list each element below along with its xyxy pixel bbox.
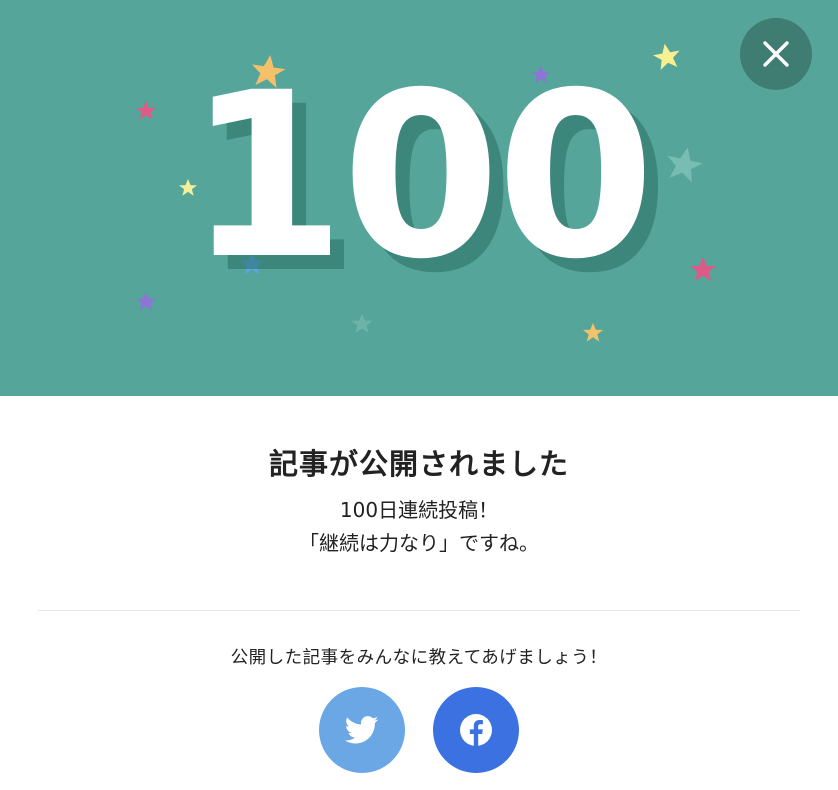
facebook-share-button[interactable] (433, 687, 519, 773)
divider (38, 610, 800, 611)
milestone-number: 100 (187, 43, 655, 309)
facebook-f-icon (460, 714, 492, 746)
share-buttons (0, 687, 838, 773)
message-line-2: 「継続は力なり」ですね。 (299, 531, 539, 555)
dialog-title: 記事が公開されました (268, 447, 569, 481)
message-line-1: 100日連続投稿！ (339, 498, 499, 522)
twitter-share-button[interactable] (319, 687, 405, 773)
close-button[interactable] (740, 18, 812, 90)
dialog-message: 100日連続投稿！ 「継続は力なり」ですね。 (0, 494, 838, 560)
celebration-banner: 100 (0, 0, 838, 396)
close-icon (763, 41, 789, 67)
share-prompt: 公開した記事をみんなに教えてあげましょう！ (230, 648, 608, 668)
dialog-content: 記事が公開されました 100日連続投稿！ 「継続は力なり」ですね。 公開した記事… (0, 396, 838, 773)
twitter-bird-icon (345, 716, 379, 744)
